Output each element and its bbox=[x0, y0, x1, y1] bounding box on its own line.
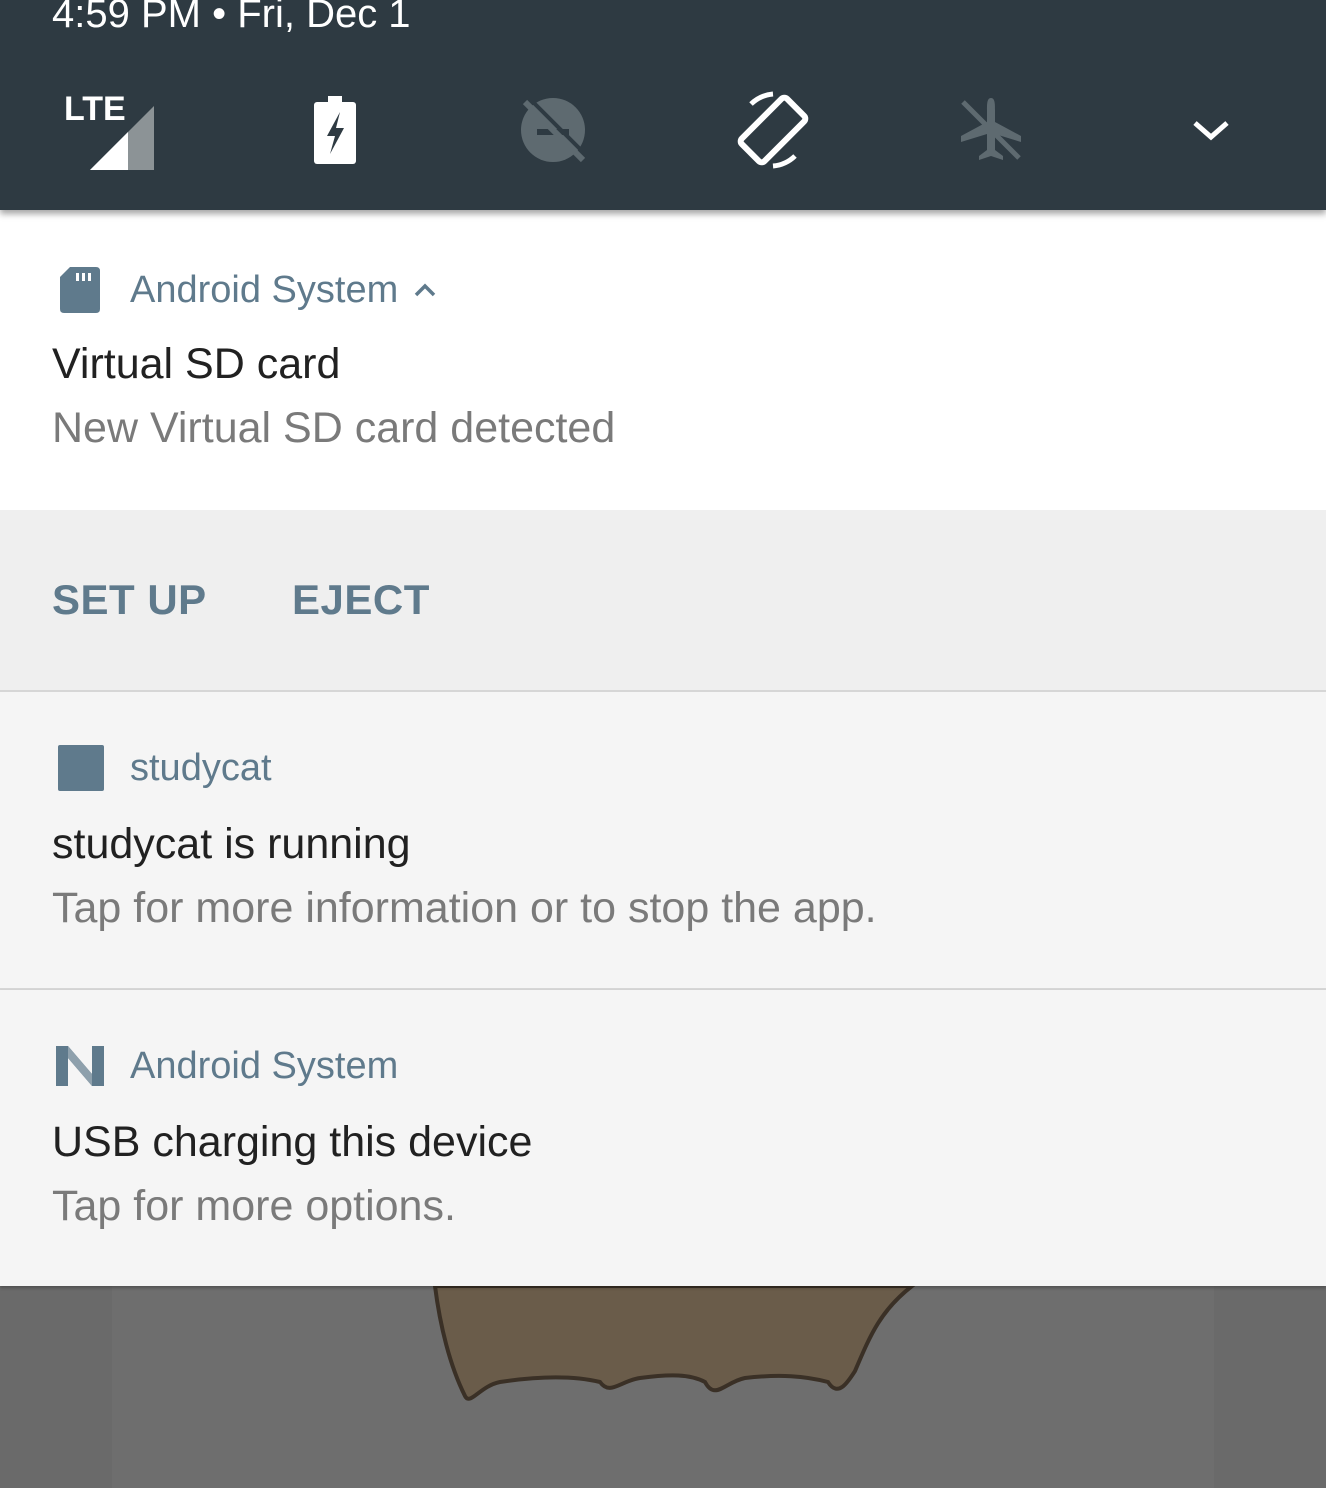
cellular-signal-icon: LTE bbox=[64, 90, 154, 170]
data-saver-tile[interactable] bbox=[498, 80, 608, 180]
auto-rotate-icon bbox=[737, 91, 809, 169]
notification-title: USB charging this device bbox=[52, 1118, 533, 1166]
expand-chevron-icon bbox=[1193, 121, 1229, 141]
app-name: Android System bbox=[130, 1044, 399, 1087]
date-time: 4:59 PM • Fri, Dec 1 bbox=[52, 0, 411, 36]
data-saver-off-icon bbox=[521, 96, 589, 163]
airplane-mode-off-icon bbox=[961, 98, 1021, 160]
collapse-chevron-icon[interactable] bbox=[412, 281, 438, 299]
battery-tile[interactable] bbox=[280, 80, 390, 180]
notification-studycat[interactable]: studycat studycat is running Tap for mor… bbox=[0, 692, 1326, 988]
notification-title: Virtual SD card bbox=[52, 340, 341, 388]
notification-header: Android System bbox=[52, 1036, 398, 1096]
set-up-button[interactable]: SET UP bbox=[52, 572, 207, 628]
app-name: Android System bbox=[130, 268, 399, 311]
notification-text: New Virtual SD card detected bbox=[52, 404, 616, 452]
eject-button[interactable]: EJECT bbox=[292, 572, 430, 628]
app-square-icon bbox=[52, 740, 108, 796]
android-n-icon bbox=[52, 1038, 108, 1094]
notification-virtual-sd-card[interactable]: Android System Virtual SD card New Virtu… bbox=[0, 210, 1326, 510]
cat-illustration bbox=[432, 1286, 916, 1401]
notification-usb-charging[interactable]: Android System USB charging this device … bbox=[0, 990, 1326, 1286]
notification-title: studycat is running bbox=[52, 820, 411, 868]
quick-settings-header: 4:59 PM • Fri, Dec 1 LTE bbox=[0, 0, 1326, 210]
notification-text: Tap for more information or to stop the … bbox=[52, 884, 877, 932]
notification-header: Android System bbox=[52, 260, 438, 320]
notification-text: Tap for more options. bbox=[52, 1182, 456, 1230]
expand-quick-settings-button[interactable] bbox=[1156, 80, 1266, 180]
notification-header: studycat bbox=[52, 738, 272, 798]
auto-rotate-tile[interactable] bbox=[718, 80, 828, 180]
app-name: studycat bbox=[130, 746, 272, 789]
airplane-mode-tile[interactable] bbox=[936, 80, 1046, 180]
notification-actions: SET UP EJECT bbox=[0, 510, 1326, 690]
cellular-signal-tile[interactable]: LTE bbox=[54, 80, 164, 180]
background-app bbox=[0, 1286, 1326, 1488]
lte-label: LTE bbox=[64, 90, 126, 128]
sd-card-icon bbox=[52, 262, 108, 318]
battery-charging-icon bbox=[314, 96, 356, 164]
